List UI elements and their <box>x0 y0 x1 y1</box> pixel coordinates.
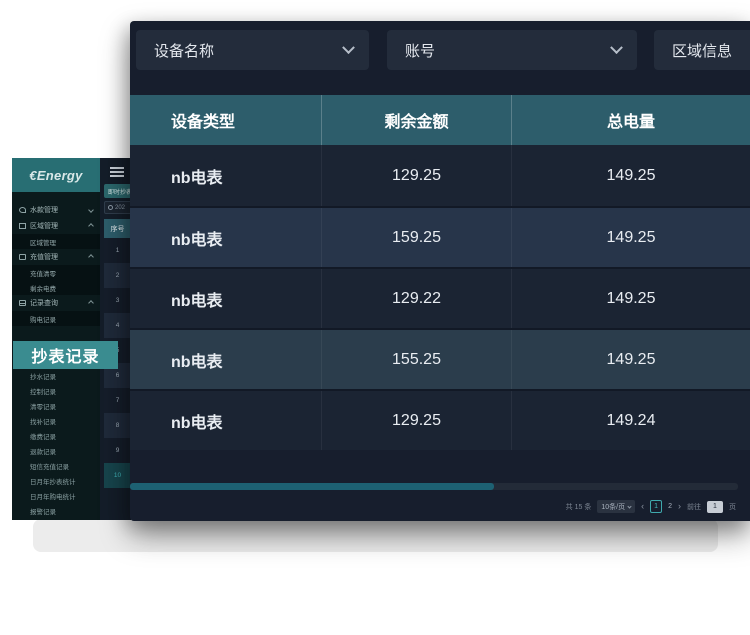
card-icon <box>19 254 26 260</box>
index-row[interactable]: 1 <box>104 238 131 263</box>
sidebar-item-compensation-records[interactable]: 找补记录 <box>12 413 100 428</box>
sidebar-group-payment[interactable]: 水款管理 <box>12 202 100 218</box>
index-column-header: 序号 <box>104 219 131 238</box>
index-row[interactable]: 4 <box>104 313 131 338</box>
underlying-main-strip: 即时抄表 202 序号 1 2 3 4 5 6 7 8 9 10 <box>100 158 131 520</box>
overlay-panel: 设备名称 账号 区域信息 设备类型 剩余金额 总电量 nb电表 129.25 1… <box>130 21 750 521</box>
chevron-down-icon <box>342 41 355 54</box>
sidebar-group-region[interactable]: 区域管理 <box>12 218 100 234</box>
index-row[interactable]: 3 <box>104 288 131 313</box>
building-icon <box>19 223 26 229</box>
page-button-1-active[interactable]: 1 <box>650 500 662 513</box>
page-button-2[interactable]: 2 <box>668 503 672 510</box>
phone-icon <box>19 207 26 213</box>
chevron-up-icon <box>88 300 94 306</box>
table-row[interactable]: nb电表 159.25 149.25 <box>130 206 750 267</box>
sidebar-item-sms-recharge-records[interactable]: 短信充值记录 <box>12 458 100 473</box>
sidebar-item-reading-statistics[interactable]: 日月年抄表统计 <box>12 473 100 488</box>
chevron-down-icon <box>627 504 631 508</box>
app-logo-text: €Energy <box>29 168 82 183</box>
sidebar: €Energy 水款管理 区域管理 区域管理 充值管理 充值清零 <box>12 158 100 520</box>
horizontal-scrollbar[interactable] <box>130 483 738 490</box>
sidebar-item-region-manage[interactable]: 区域管理 <box>12 234 100 249</box>
goto-suffix-label: 页 <box>729 502 736 512</box>
instant-reading-button[interactable]: 即时抄表 <box>104 184 131 198</box>
table-body: nb电表 129.25 149.25 nb电表 159.25 149.25 nb… <box>130 145 750 450</box>
date-picker-fragment[interactable]: 202 <box>104 201 131 214</box>
goto-page-input[interactable]: 1 <box>707 501 723 513</box>
column-header-device-type: 设备类型 <box>130 95 321 145</box>
table-row[interactable]: nb电表 129.25 149.24 <box>130 389 750 450</box>
table-row[interactable]: nb电表 129.22 149.25 <box>130 267 750 328</box>
pagination-total: 共 15 条 <box>566 502 592 512</box>
index-row-active[interactable]: 10 <box>104 463 131 488</box>
sidebar-item-remaining-fee[interactable]: 剩余电费 <box>12 280 100 295</box>
app-logo: €Energy <box>12 158 100 192</box>
index-row[interactable]: 2 <box>104 263 131 288</box>
sidebar-group-recharge[interactable]: 充值管理 <box>12 249 100 265</box>
table-row[interactable]: nb电表 129.25 149.25 <box>130 145 750 206</box>
table-header: 设备类型 剩余金额 总电量 <box>130 95 750 145</box>
clock-icon <box>108 205 113 210</box>
sidebar-item-water-reading-records[interactable]: 抄水记录 <box>12 368 100 383</box>
index-row[interactable]: 9 <box>104 438 131 463</box>
column-header-total-power: 总电量 <box>511 95 750 145</box>
sidebar-item-control-records[interactable]: 控制记录 <box>12 383 100 398</box>
screenshot-canvas: €Energy 水款管理 区域管理 区域管理 充值管理 充值清零 <box>0 0 750 635</box>
chevron-up-icon <box>88 254 94 260</box>
index-row[interactable]: 8 <box>104 413 131 438</box>
sidebar-item-purchase-statistics[interactable]: 日月年购电统计 <box>12 488 100 503</box>
scrollbar-thumb[interactable] <box>130 483 494 490</box>
sidebar-item-clear-records[interactable]: 清零记录 <box>12 398 100 413</box>
pagination: 共 15 条 10条/页 ‹ 1 2 › 前往 1 页 <box>566 499 736 514</box>
sidebar-item-recharge-clear[interactable]: 充值清零 <box>12 265 100 280</box>
goto-label: 前往 <box>687 502 701 512</box>
menu-icon[interactable] <box>110 167 124 179</box>
sidebar-item-payment-records[interactable]: 缴费记录 <box>12 428 100 443</box>
sidebar-item-refund-records[interactable]: 退款记录 <box>12 443 100 458</box>
per-page-select[interactable]: 10条/页 <box>597 500 635 513</box>
index-row[interactable]: 7 <box>104 388 131 413</box>
region-info-select[interactable]: 区域信息 <box>654 30 750 70</box>
device-name-select[interactable]: 设备名称 <box>136 30 369 70</box>
sidebar-item-purchase-records[interactable]: 购电记录 <box>12 311 100 326</box>
chevron-down-icon <box>88 207 94 213</box>
document-icon <box>19 300 26 306</box>
sidebar-item-meter-reading-records-active[interactable]: 抄表记录 <box>13 341 118 369</box>
sidebar-item-alarm-records[interactable]: 报警记录 <box>12 503 100 518</box>
table-row[interactable]: nb电表 155.25 149.25 <box>130 328 750 389</box>
next-page-button[interactable]: › <box>678 500 681 513</box>
account-select[interactable]: 账号 <box>387 30 637 70</box>
chevron-up-icon <box>88 223 94 229</box>
underlying-page-shadow <box>33 519 718 552</box>
chevron-down-icon <box>610 41 623 54</box>
column-header-remaining-amount: 剩余金额 <box>321 95 511 145</box>
prev-page-button[interactable]: ‹ <box>641 500 644 513</box>
sidebar-group-records[interactable]: 记录查询 <box>12 295 100 311</box>
